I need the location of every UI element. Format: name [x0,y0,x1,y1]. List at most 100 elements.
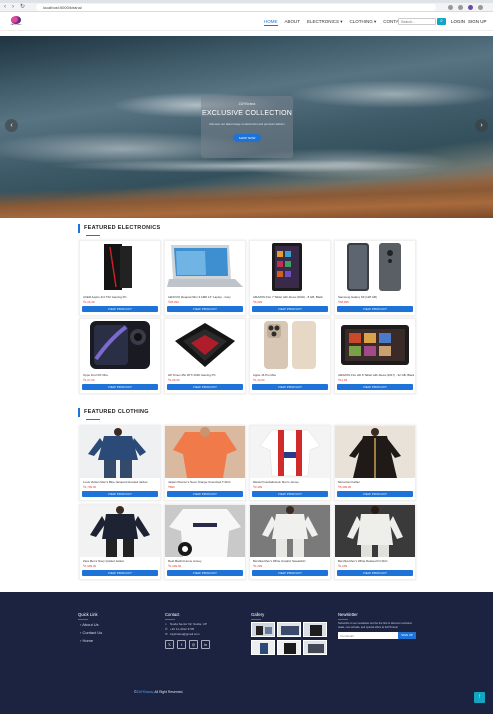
view-product-button[interactable]: VIEW PRODUCT [167,570,243,576]
product-name: Real Madrid Home Jersey [168,559,202,563]
nav-links: HOME ABOUT ELECTRONICS ▾ CLOTHING ▾ CONT… [264,18,412,26]
facebook-button[interactable]: f [177,640,186,649]
signup-link[interactable]: SIGN UP [468,19,487,25]
nav-about[interactable]: ABOUT [285,19,301,25]
product-card[interactable]: Bershka Men's White Graphic Sweatshirt ₹… [249,504,331,580]
profile-avatar[interactable] [468,5,473,10]
product-card[interactable]: ACER Aspire 3rd TX2 Gaming PC ₹1,06,49 V… [79,240,161,316]
product-card[interactable]: Mantel Fussballverein Men's Jersey ₹3,49… [249,425,331,501]
quick-links-heading: Quick Link [78,612,98,617]
product-price: ₹1,299 [253,564,263,568]
gallery-thumbnail[interactable] [251,640,275,655]
browser-menu-icon[interactable] [478,5,483,10]
back-arrow-icon[interactable]: ‹ [4,4,6,11]
product-image [80,505,160,557]
product-card[interactable]: Moroccan Kaftan ₹5,499.00 VIEW PRODUCT [334,425,416,501]
view-product-button[interactable]: VIEW PRODUCT [252,384,328,390]
carousel-next-button[interactable]: › [475,119,488,132]
view-product-button[interactable]: VIEW PRODUCT [167,384,243,390]
product-image [335,426,415,478]
footer-link-about[interactable]: › About Us [80,622,99,627]
site-footer: Quick Link › About Us › Contact Us › Hom… [0,592,493,714]
product-card[interactable]: Oppo Find X8 Ultra ₹1,07,99 VIEW PRODUCT [79,318,161,394]
product-card[interactable]: AMAZON Fire 7 Tablet with Alexa (2022) -… [249,240,331,316]
clothing-title-underline [86,419,100,420]
product-image [80,426,160,478]
footer-link-contact[interactable]: › Contact Us [80,630,102,635]
newsletter-signup-button[interactable]: SIGN UP [398,632,416,639]
reload-icon[interactable]: ↻ [20,4,25,11]
instagram-button[interactable]: ◎ [189,640,198,649]
bookmark-icon[interactable] [458,5,463,10]
carousel-prev-button[interactable]: ‹ [5,119,18,132]
view-product-button[interactable]: VIEW PRODUCT [82,384,158,390]
nav-clothing-dropdown[interactable]: CLOTHING ▾ [350,19,377,25]
footer-link-home[interactable]: › Home [80,638,93,643]
copyright-text: ©ZAYKirana, All Right Reserved. [134,690,183,695]
linkedin-button[interactable]: in [201,640,210,649]
logo-icon [11,16,21,24]
product-card[interactable]: Apple 16 Pro Max ₹1,44,90 VIEW PRODUCT [249,318,331,394]
address-bar-url: localhost:5000/kirana/ [43,5,82,10]
view-product-button[interactable]: VIEW PRODUCT [252,491,328,497]
view-product-button[interactable]: VIEW PRODUCT [82,570,158,576]
view-product-button[interactable]: VIEW PRODUCT [337,570,413,576]
view-product-button[interactable]: VIEW PRODUCT [82,491,158,497]
product-card[interactable]: HP Omen 25L RTX 4060 Gaming PC ₹1,89,99 … [164,318,246,394]
address-bar[interactable]: localhost:5000/kirana/ [36,4,436,11]
contact-heading: Contact [165,612,180,617]
product-card[interactable]: LENOVO Ideapad Slim 3 AMD 14" Laptop - G… [164,240,246,316]
nav-home[interactable]: HOME [264,19,278,26]
view-product-button[interactable]: VIEW PRODUCT [167,306,243,312]
login-link[interactable]: LOGIN [451,19,465,25]
tablet-image [341,325,409,365]
gallery-thumbnail[interactable] [303,640,327,655]
product-name: Zara Men's Navy Quilted Jacket [83,559,124,563]
view-product-button[interactable]: VIEW PRODUCT [337,384,413,390]
product-price: ₹12,99 [338,378,348,382]
product-card[interactable]: Jaipan Women's Neon Orange Oversized T-S… [164,425,246,501]
nav-electronics-dropdown[interactable]: ELECTRONICS ▾ [307,19,343,25]
view-product-button[interactable]: VIEW PRODUCT [337,306,413,312]
jersey-image [250,426,330,478]
view-product-button[interactable]: VIEW PRODUCT [252,570,328,576]
facebook-icon: f [180,642,183,647]
chevron-right-icon: › [480,122,483,129]
shop-now-button[interactable]: SHOP NOW [233,134,261,142]
back-to-top-button[interactable]: ↑ [474,692,485,703]
newsletter-underline [338,619,348,620]
product-name: Bershka Men's White Graphic Sweatshirt [253,559,306,563]
newsletter-description: Subscribe to our newsletter and be the f… [338,622,412,629]
copyright-brand-link[interactable]: ZAYKirana [137,690,153,694]
product-image [165,505,245,557]
hero-carousel: ZAYKirana EXCLUSIVE COLLECTION Discover … [0,36,493,218]
search-input[interactable] [398,18,436,25]
gallery-thumbnail[interactable] [277,622,301,637]
tablet-image [272,243,302,291]
product-price: ₹48,999 [338,300,349,304]
forward-arrow-icon[interactable]: › [12,4,14,11]
search-button[interactable]: ⌕ [437,18,446,25]
extension-icon[interactable] [448,5,453,10]
gallery-thumbnail[interactable] [303,622,327,637]
product-card[interactable]: Bershka Men's White Relaxed Fit Shirt ₹1… [334,504,416,580]
gallery-thumbnail[interactable] [251,622,275,637]
view-product-button[interactable]: VIEW PRODUCT [252,306,328,312]
view-product-button[interactable]: VIEW PRODUCT [167,491,243,497]
gallery-thumbnail[interactable] [277,640,301,655]
product-card[interactable]: Zara Men's Navy Quilted Jacket ₹1,999.00… [79,504,161,580]
product-card[interactable]: Real Madrid Home Jersey ₹1,299.00 VIEW P… [164,504,246,580]
product-card[interactable]: Louis Vuitton Men's Blue Jacquard Hooded… [79,425,161,501]
view-product-button[interactable]: VIEW PRODUCT [337,491,413,497]
twitter-button[interactable]: 𝕏 [165,640,174,649]
product-card[interactable]: Samsung Galaxy S9 (128 GB) ₹48,999 VIEW … [334,240,416,316]
hero-title: EXCLUSIVE COLLECTION [202,110,292,117]
gallery-heading: Gallery [251,612,265,617]
view-product-button[interactable]: VIEW PRODUCT [82,306,158,312]
product-price: ₹1,44,90 [253,378,265,382]
newsletter-email-input[interactable] [338,632,398,639]
smartphone-image [264,321,316,369]
site-logo[interactable]: ZAYLKirana [10,16,22,26]
product-card[interactable]: AMAZON Fire HD 8 Tablet with Alexa (2017… [334,318,416,394]
clothing-section-title: FEATURED CLOTHING [78,408,149,417]
